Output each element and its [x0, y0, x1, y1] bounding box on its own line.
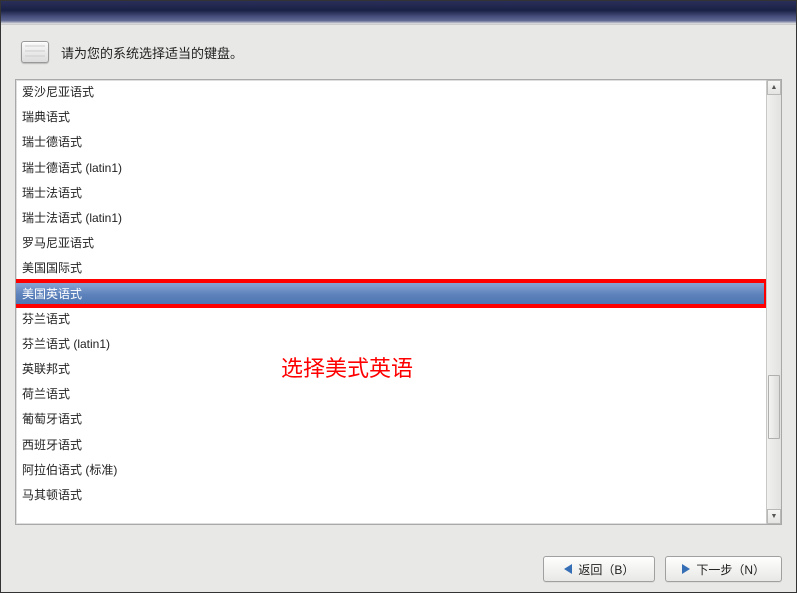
installer-banner — [1, 1, 796, 25]
list-item[interactable]: 瑞士德语式 — [16, 130, 766, 155]
list-item[interactable]: 芬兰语式 (latin1) — [16, 332, 766, 357]
list-item[interactable]: 瑞士德语式 (latin1) — [16, 156, 766, 181]
list-item[interactable]: 阿拉伯语式 (标准) — [16, 458, 766, 483]
scroll-track[interactable] — [767, 95, 781, 509]
list-item[interactable]: 爱沙尼亚语式 — [16, 80, 766, 105]
footer-buttons: 返回（B） 下一步（N） — [543, 556, 782, 582]
list-item[interactable]: 瑞士法语式 — [16, 181, 766, 206]
scroll-down-button[interactable]: ▼ — [767, 509, 781, 524]
list-item[interactable]: 马其顿语式 — [16, 483, 766, 508]
list-item[interactable]: 美国国际式 — [16, 256, 766, 281]
back-button-label: 返回（B） — [578, 561, 634, 578]
keyboard-listbox[interactable]: 爱沙尼亚语式瑞典语式瑞士德语式瑞士德语式 (latin1)瑞士法语式瑞士法语式 … — [15, 79, 782, 525]
scroll-thumb[interactable] — [768, 375, 780, 439]
list-item[interactable]: 葡萄牙语式 — [16, 407, 766, 432]
list-item[interactable]: 英联邦式 — [16, 357, 766, 382]
list-item[interactable]: 美国英语式 — [16, 282, 766, 307]
list-item[interactable]: 罗马尼亚语式 — [16, 231, 766, 256]
list-item[interactable]: 西班牙语式 — [16, 433, 766, 458]
back-button[interactable]: 返回（B） — [543, 556, 655, 582]
instruction-text: 请为您的系统选择适当的键盘。 — [61, 43, 243, 62]
instruction-row: 请为您的系统选择适当的键盘。 — [1, 25, 796, 71]
list-item[interactable]: 芬兰语式 — [16, 307, 766, 332]
next-button[interactable]: 下一步（N） — [665, 556, 782, 582]
next-button-label: 下一步（N） — [696, 561, 765, 578]
arrow-right-icon — [682, 564, 690, 574]
arrow-left-icon — [564, 564, 572, 574]
scrollbar-vertical[interactable]: ▲ ▼ — [766, 80, 781, 524]
keyboard-icon — [21, 41, 49, 63]
list-item[interactable]: 荷兰语式 — [16, 382, 766, 407]
scroll-up-button[interactable]: ▲ — [767, 80, 781, 95]
list-item[interactable]: 瑞士法语式 (latin1) — [16, 206, 766, 231]
list-item[interactable]: 瑞典语式 — [16, 105, 766, 130]
